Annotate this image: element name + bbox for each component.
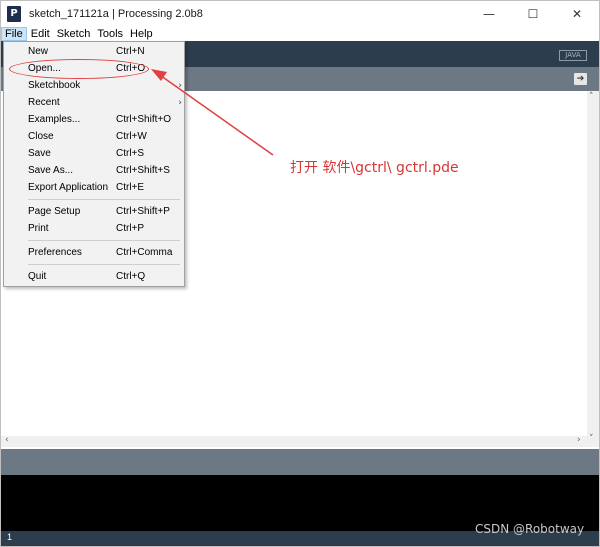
processing-window: P sketch_171121a | Processing 2.0b8 — ☐ … [0,0,600,547]
annotation-arrow-icon [151,69,274,156]
watermark: CSDN @Robotway [475,522,585,536]
annotation-text: 打开 软件\gctrl\ gctrl.pde [290,160,459,176]
